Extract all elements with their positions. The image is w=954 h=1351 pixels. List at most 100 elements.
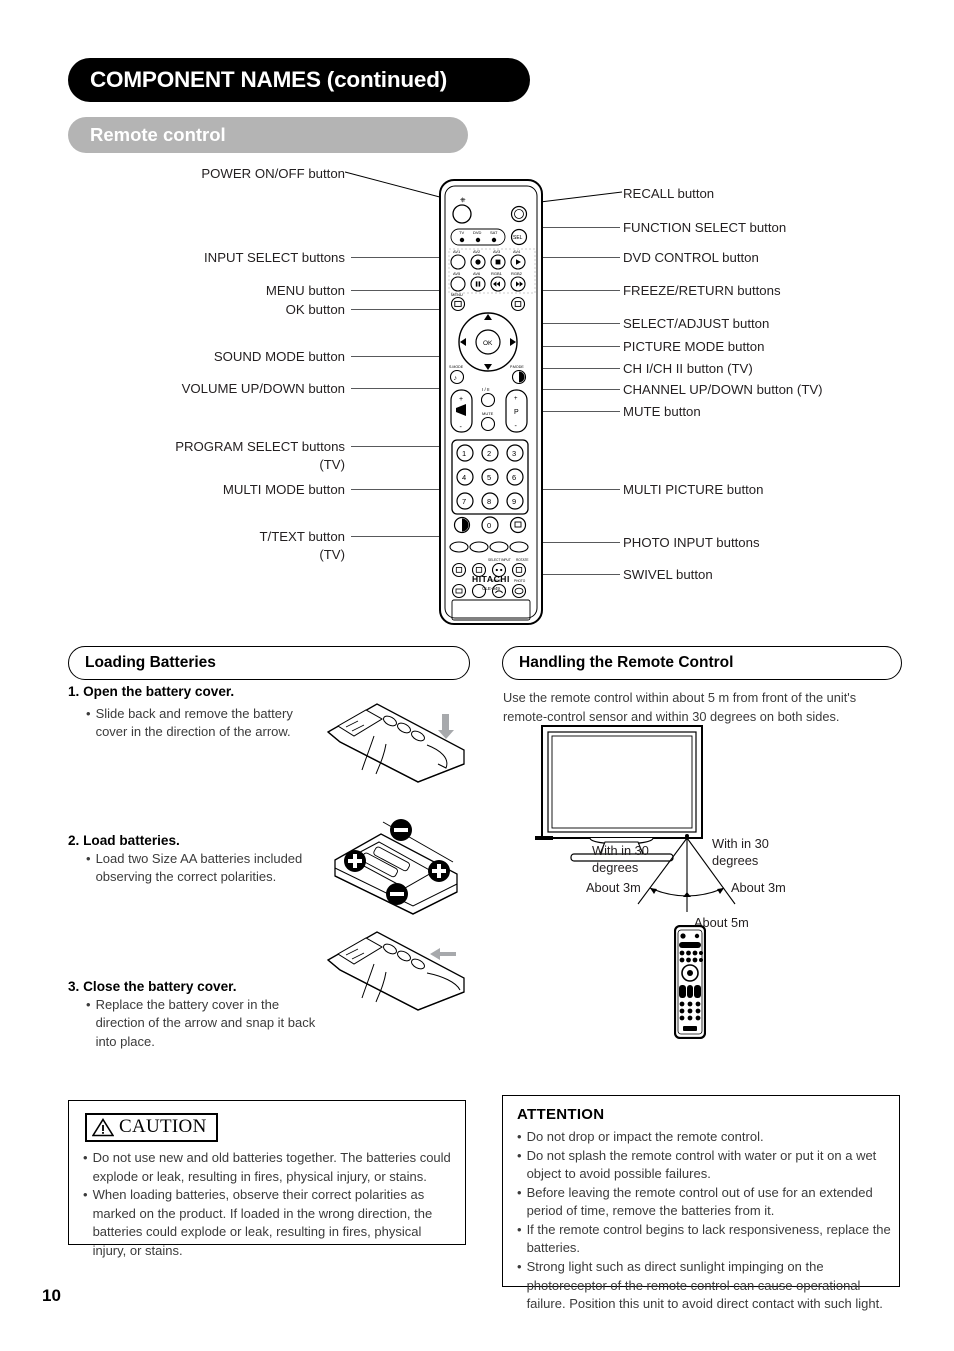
svg-text:AV3: AV3 [493,249,501,254]
bullet-icon: • [517,1184,522,1200]
handling-heading-box: Handling the Remote Control [502,646,902,680]
svg-text:SEL: SEL [513,235,523,241]
label-left-angle: With in 30 degrees [592,843,649,875]
step-3-title: 3. Close the battery cover. [68,979,237,994]
callout-program-select-tv: (TV) [319,457,345,472]
callout-recall: RECALL button [623,186,715,201]
callout-channel-up-down: CHANNEL UP/DOWN button (TV) [623,382,823,397]
step-2-body: • Load two Size AA batteries included obs… [86,850,314,887]
svg-text:1: 1 [462,449,466,458]
chapter-title: COMPONENT NAMES (continued) [90,67,448,92]
caution-badge: CAUTION [85,1113,218,1142]
illustration-load-batteries [334,819,458,915]
svg-text:AV1: AV1 [453,249,461,254]
step-2-bullet-text: Load two Size AA batteries included obse… [95,851,303,885]
callout-multi-mode: MULTI MODE button [222,482,345,497]
svg-text:SAT: SAT [490,230,498,235]
leader-line-volume [351,388,450,389]
svg-text:P.MODE: P.MODE [510,365,524,369]
warning-triangle-icon [92,1117,114,1136]
leader-line-photo-input [537,542,620,543]
bullet-icon: • [83,1187,88,1203]
svg-text:S.MODE: S.MODE [449,365,464,369]
illustration-open-battery-cover [326,703,465,783]
illustration-close-battery-cover [326,931,465,1011]
svg-text:2: 2 [487,449,491,458]
callout-freeze-return: FREEZE/RETURN buttons [623,283,781,298]
svg-text:♪: ♪ [454,375,458,382]
remote-model: CLE-949 [482,586,500,591]
handling-intro-text: Use the remote control within about 5 m … [503,690,857,724]
leader-line-program-select [351,446,448,447]
callout-t-text: T/TEXT button [259,529,345,544]
svg-text:8: 8 [487,497,491,506]
bullet-icon: • [517,1129,522,1144]
callout-function-select: FUNCTION SELECT button [623,220,787,235]
step-3-body: • Replace the battery cover in the direct… [86,996,316,1051]
illustration-small-remote [674,925,706,1039]
bullet-icon: • [86,997,91,1012]
manual-page: COMPONENT NAMES (continued) Remote contr… [0,0,954,1351]
callout-multi-picture: MULTI PICTURE button [623,482,764,497]
remote-brand: HITACHI [471,574,511,584]
attention-item-2: Do not splash the remote control with wa… [526,1147,877,1182]
loading-batteries-heading-box: Loading Batteries [68,646,470,680]
callout-mute: MUTE button [623,404,701,419]
section-title-bar: Remote control [68,117,468,153]
handling-heading: Handling the Remote Control [519,654,734,671]
svg-text:MENU: MENU [451,292,463,297]
svg-text:0: 0 [487,521,491,530]
callout-select-adjust: SELECT/ADJUST button [623,316,770,331]
loading-batteries-heading: Loading Batteries [85,654,216,671]
callout-ch1-ch2: CH I/CH II button (TV) [623,361,753,376]
leader-line-mute [537,411,620,412]
svg-text:TV: TV [459,230,464,235]
attention-box: ATTENTION • Do not drop or impact the rem… [502,1095,900,1311]
step-3-bullet-text: Replace the battery cover in the directi… [95,997,316,1049]
svg-text:⎈: ⎈ [460,197,466,204]
caution-box: CAUTION • Do not use new and old batterie… [68,1100,466,1258]
attention-items: • Do not drop or impact the remote contro… [517,1128,891,1314]
svg-text:+: + [514,396,518,402]
svg-text:AV2: AV2 [473,249,481,254]
svg-text:AV6: AV6 [473,271,481,276]
leader-line-dvd-control [537,257,620,258]
leader-line-channel-up-down [537,389,620,390]
callout-input-select: INPUT SELECT buttons [204,250,345,265]
attention-item-4: If the remote control begins to lack res… [526,1221,891,1256]
bullet-icon: • [83,1150,88,1165]
caution-title: CAUTION [119,1116,207,1137]
leader-line-t-text [351,536,446,537]
leader-line-select-adjust [537,323,620,324]
callout-sound-mode: SOUND MODE button [213,349,345,364]
svg-text:4: 4 [462,473,466,482]
caution-item-1: Do not use new and old batteries togethe… [92,1150,451,1184]
label-right-distance: About 3m [731,880,786,895]
svg-text:9: 9 [512,497,516,506]
leader-line-ch1-ch2 [537,368,620,369]
label-right-angle: With in 30 degrees [712,836,769,868]
callout-photo-input: PHOTO INPUT buttons [623,535,760,550]
leader-line-recall [531,191,623,204]
leader-line-menu [351,290,445,291]
svg-text:AV4: AV4 [513,249,521,254]
bullet-icon: • [86,851,91,866]
callout-dvd-control: DVD CONTROL button [623,250,759,265]
callout-power-on-off: POWER ON/OFF button [201,166,345,181]
step-2-title: 2. Load batteries. [68,833,180,848]
leader-line-multi-mode [351,489,450,490]
svg-text:5: 5 [487,473,491,482]
bullet-icon: • [86,706,91,721]
leader-line-input-select [351,257,445,258]
callout-picture-mode: PICTURE MODE button [623,339,765,354]
attention-item-5: Strong light such as direct sunlight imp… [526,1259,883,1312]
svg-text:3: 3 [512,449,516,458]
svg-text:AV5: AV5 [453,271,461,276]
svg-text:I / II: I / II [482,387,490,392]
bullet-icon: • [517,1259,522,1275]
callout-ok: OK button [285,302,345,317]
attention-item-1: Do not drop or impact the remote control… [526,1129,764,1144]
svg-text:+: + [459,396,463,403]
leader-line-picture-mode [537,346,620,347]
svg-text:RGB2: RGB2 [511,271,523,276]
